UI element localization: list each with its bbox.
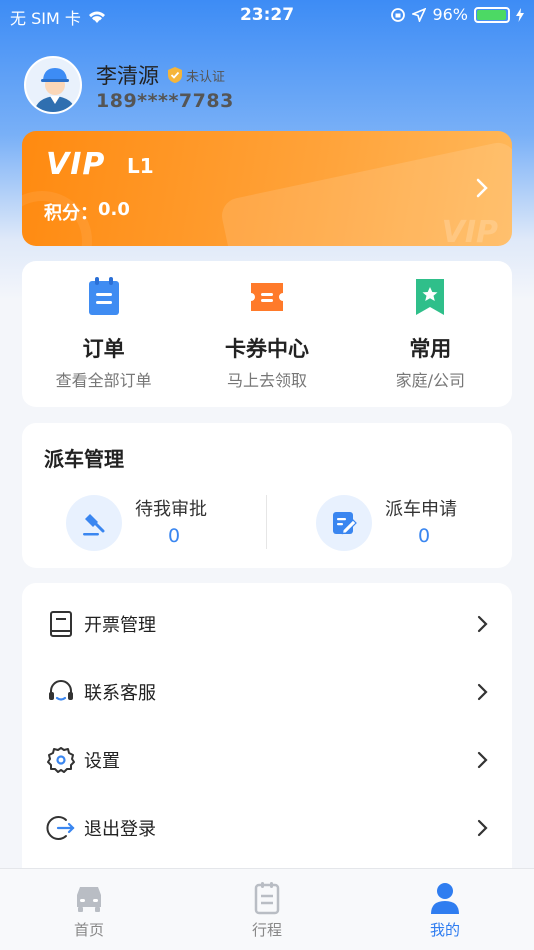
quick-action-title: 卡券中心	[224, 337, 309, 361]
vip-points: 积分： 0.0	[44, 199, 130, 225]
edit-form-icon	[316, 495, 372, 551]
tab-label: 首页	[73, 921, 104, 939]
user-phone: 189****7783	[96, 90, 234, 112]
menu-item-label: 开票管理	[84, 615, 156, 636]
points-value: 0.0	[98, 199, 130, 220]
car-icon	[77, 887, 101, 912]
gear-icon	[47, 747, 75, 773]
orientation-lock-icon	[391, 7, 406, 22]
chevron-right-icon	[476, 178, 488, 198]
tab-trips[interactable]: 行程	[178, 869, 356, 950]
menu-item-label: 退出登录	[84, 819, 156, 840]
vip-card[interactable]: VIP VIP L1 积分： 0.0	[22, 131, 512, 246]
vip-logo: VIP	[46, 147, 106, 182]
divider	[266, 495, 267, 549]
quick-action-subtitle: 查看全部订单	[55, 371, 152, 390]
section-title: 派车管理	[44, 447, 124, 471]
certification-badge[interactable]: 未认证	[167, 66, 225, 85]
menu-item-logout[interactable]: 退出登录	[22, 794, 512, 862]
dispatch-management: 派车管理 待我审批 0 派车申请 0	[22, 423, 512, 568]
dispatch-count: 0	[418, 525, 431, 547]
tab-label: 我的	[429, 921, 460, 939]
quick-action-title: 常用	[409, 337, 452, 361]
trip-list-icon	[254, 882, 280, 915]
invoice-book-icon	[50, 611, 72, 637]
headset-icon	[49, 680, 73, 701]
clipboard-icon	[88, 277, 119, 315]
gavel-icon	[66, 495, 122, 551]
battery-icon	[474, 6, 510, 23]
charging-icon	[516, 7, 524, 22]
chevron-right-icon	[477, 615, 488, 633]
vip-watermark: VIP	[441, 215, 498, 246]
menu-item-label: 设置	[84, 751, 120, 772]
tab-profile[interactable]: 我的	[356, 869, 534, 950]
status-bar: 无 SIM 卡 23:27 96%	[0, 0, 534, 30]
chevron-right-icon	[477, 751, 488, 769]
certification-label: 未认证	[186, 69, 226, 85]
chevron-right-icon	[477, 683, 488, 701]
quick-action-favorites[interactable]: 常用 家庭/公司	[349, 261, 512, 407]
dispatch-label: 派车申请	[385, 499, 457, 520]
quick-actions: 订单 查看全部订单 卡券中心 马上去领取 常用 家庭/公司	[22, 261, 512, 407]
chevron-right-icon	[477, 819, 488, 837]
tab-home[interactable]: 首页	[0, 869, 178, 950]
dispatch-application[interactable]: 派车申请 0	[316, 495, 516, 555]
points-label: 积分：	[44, 203, 98, 224]
menu-item-support[interactable]: 联系客服	[22, 658, 512, 726]
quick-action-subtitle: 马上去领取	[226, 371, 307, 390]
bookmark-star-icon	[416, 279, 445, 315]
quick-action-orders[interactable]: 订单 查看全部订单	[22, 261, 185, 407]
tab-label: 行程	[251, 921, 282, 939]
vip-level: L1	[127, 154, 154, 178]
settings-menu: 开票管理 联系客服 设置 退出登录	[22, 583, 512, 873]
location-icon	[412, 7, 427, 22]
dispatch-label: 待我审批	[135, 499, 207, 520]
user-name: 李清源	[96, 64, 159, 88]
quick-action-title: 订单	[82, 337, 125, 361]
avatar[interactable]	[24, 56, 82, 114]
shield-check-icon	[168, 67, 182, 83]
logout-icon	[46, 816, 75, 840]
ticket-icon	[250, 283, 283, 311]
user-icon	[431, 883, 459, 914]
menu-item-settings[interactable]: 设置	[22, 726, 512, 794]
battery-percent: 96%	[432, 5, 468, 24]
quick-action-subtitle: 家庭/公司	[395, 371, 466, 390]
menu-item-label: 联系客服	[84, 683, 156, 704]
quick-action-coupons[interactable]: 卡券中心 马上去领取	[185, 261, 348, 407]
dispatch-count: 0	[168, 525, 181, 547]
user-profile[interactable]: 李清源 未认证 189****7783	[24, 56, 504, 116]
menu-item-invoice[interactable]: 开票管理	[22, 590, 512, 658]
tab-bar: 首页 行程 我的	[0, 868, 534, 950]
pending-approval[interactable]: 待我审批 0	[66, 495, 266, 555]
